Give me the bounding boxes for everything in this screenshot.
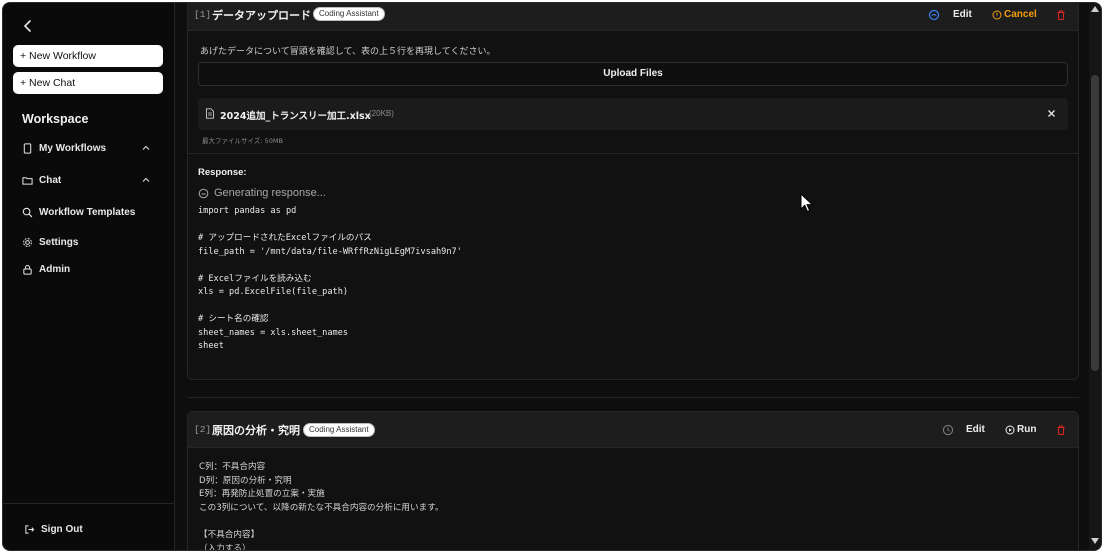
step-number: [1] [194,9,212,20]
description-line: この3列について、以降の新たな不具合内容の分析に用います。 [199,502,444,513]
sidebar-item-label: Admin [39,263,71,275]
code-line: file_path = '/mnt/data/file-WRffRzNigLEg… [198,246,462,257]
code-block: import pandas as pd # アップロードされたExcelファイル… [198,205,462,354]
edit-button[interactable]: Edit [953,9,972,20]
cards-divider [187,397,1079,398]
code-line: # Excelファイルを読み込む [198,273,312,284]
description-line [199,515,444,529]
lock-icon [23,264,32,275]
main-content: [1] データアップロード Coding Assistant Edit Canc… [175,3,1091,550]
sidebar-item-label: Settings [39,236,79,248]
edit-button[interactable]: Edit [966,424,985,435]
sidebar-item-workflow-templates[interactable]: Workflow Templates [22,204,157,220]
scrollbar[interactable] [1089,3,1101,550]
section-divider [188,153,1078,154]
max-file-size-note: 最大ファイルサイズ: 50MB [202,137,283,145]
sidebar-item-label: My Workflows [39,142,107,154]
upload-files-button[interactable]: Upload Files [198,62,1068,86]
step-description: あげたデータについて冒頭を確認して、表の上５行を再現してください。 [200,47,496,57]
file-name: 2024追加_トランスリー加工.xlsx [220,111,371,122]
app-window: + New Workflow + New Chat Workspace My W… [2,2,1102,551]
folder-icon [22,176,33,185]
workflow-step-card: [1] データアップロード Coding Assistant Edit Canc… [187,3,1079,380]
workflow-step-card: [2] 原因の分析・究明 Coding Assistant Edit Run C… [187,411,1079,551]
assistant-badge: Coding Assistant [303,423,375,437]
scroll-up-arrow-icon[interactable] [1091,6,1099,12]
new-chat-button[interactable]: + New Chat [13,72,163,94]
description-line: C列：不具合内容 [199,462,266,472]
sidebar-item-chat[interactable]: Chat [22,172,157,188]
code-line: # アップロードされたExcelファイルのパス [198,233,372,243]
sidebar-item-my-workflows[interactable]: My Workflows [22,140,157,156]
sidebar-divider [3,503,175,504]
new-workflow-button[interactable]: + New Workflow [13,45,163,67]
code-line: import pandas as pd [198,206,297,216]
spinner-icon [928,9,940,21]
run-label: Run [1017,424,1037,435]
file-size: (20KB) [369,109,394,118]
step-title: データアップロード [212,9,311,22]
step-header: [1] データアップロード Coding Assistant Edit Canc… [188,3,1078,31]
cancel-label: Cancel [1004,9,1037,20]
sidebar-item-label: Chat [39,174,62,186]
scrollbar-thumb[interactable] [1091,75,1099,371]
file-icon [206,108,214,119]
sign-out-icon [25,524,35,534]
sidebar-item-label: Workflow Templates [39,206,136,218]
step-header: [2] 原因の分析・究明 Coding Assistant Edit Run [188,412,1078,448]
uploaded-file-row: 2024追加_トランスリー加工.xlsx (20KB) [198,98,1068,130]
trash-icon[interactable] [1055,9,1067,21]
remove-file-icon[interactable] [1047,109,1056,118]
sign-out-label: Sign Out [41,523,83,535]
mouse-cursor-icon [800,193,814,213]
generating-text: Generating response... [214,187,326,199]
code-line: # シート名の確認 [198,314,269,324]
trash-icon[interactable] [1055,424,1067,436]
description-line: E列：再発防止処置の立案・実施 [199,489,325,500]
step-description: C列：不具合内容 D列：原因の分析・究明 E列：再発防止処置の立案・実施この3列につ… [199,461,444,551]
cancel-button[interactable]: Cancel [992,9,1037,20]
sign-out-button[interactable]: Sign Out [24,521,159,537]
description-line: （入力する） [199,543,251,551]
generating-status: Generating response... [198,187,326,199]
loading-icon [198,188,209,198]
description-line: 【不具合内容】 [199,529,260,540]
tablet-icon [23,142,32,154]
chevron-up-icon[interactable] [141,175,151,185]
assistant-badge: Coding Assistant [313,7,385,21]
run-button[interactable]: Run [1005,424,1036,435]
response-label: Response: [198,167,247,178]
sidebar-item-settings[interactable]: Settings [22,234,157,250]
cancel-circle-icon [992,10,1002,19]
scroll-down-arrow-icon[interactable] [1091,538,1099,544]
gear-icon [23,237,32,247]
search-icon [22,207,33,217]
step-number: [2] [194,424,212,435]
sidebar-item-admin[interactable]: Admin [22,261,157,277]
code-line: sheet_names = xls.sheet_names [198,327,349,338]
back-chevron-icon[interactable] [20,18,36,34]
step-title: 原因の分析・究明 [212,424,300,437]
workspace-title: Workspace [22,112,89,126]
clock-icon [942,424,954,436]
chevron-up-icon[interactable] [141,143,151,153]
code-line: xls = pd.ExcelFile(file_path) [198,287,349,297]
sidebar: + New Workflow + New Chat Workspace My W… [3,3,175,550]
code-line: sheet [198,341,224,351]
description-line: D列：原因の分析・究明 [199,475,292,486]
play-circle-icon [1005,425,1015,434]
